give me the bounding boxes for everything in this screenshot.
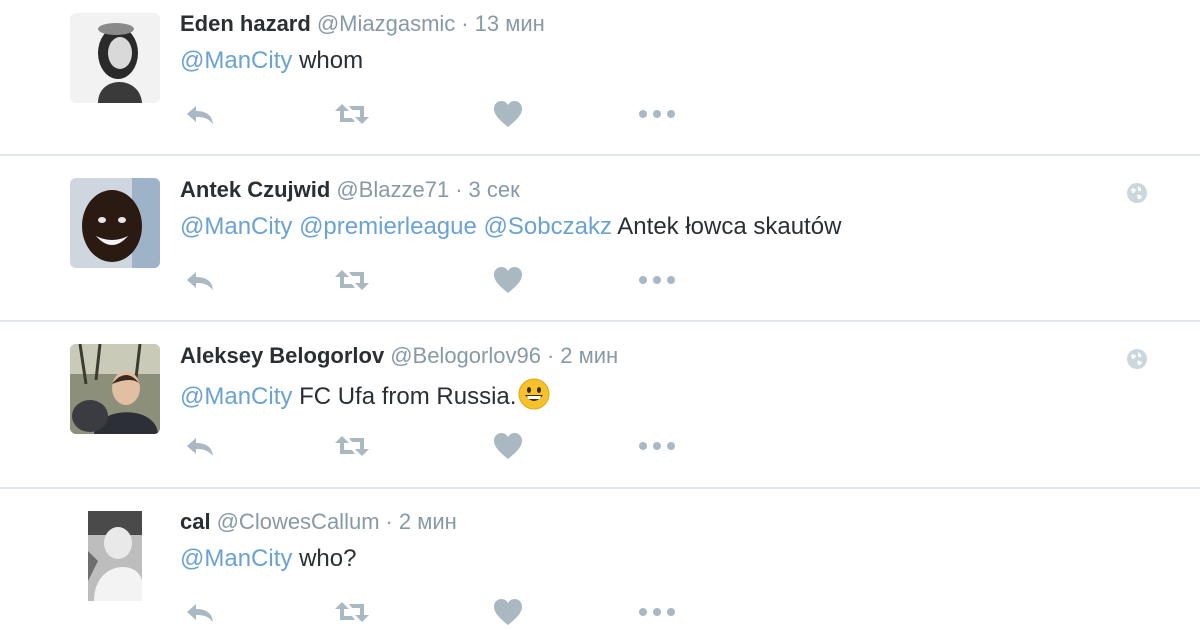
tweet-body: whom	[299, 47, 364, 74]
separator: ·	[461, 11, 469, 36]
tweet-text: @ManCity FC Ufa from Russia.	[180, 378, 550, 412]
retweet-button[interactable]	[330, 260, 374, 300]
retweet-button[interactable]	[330, 592, 374, 630]
tweet-body: Antek łowca skautów	[617, 213, 842, 240]
timestamp[interactable]: 2 мин	[560, 343, 618, 368]
like-button[interactable]	[488, 426, 528, 466]
reply-icon	[187, 272, 213, 290]
avatar[interactable]	[70, 178, 160, 268]
reply-icon	[187, 106, 213, 124]
retweet-icon	[335, 270, 369, 290]
globe-icon	[1127, 349, 1147, 369]
user-handle[interactable]: @Blazze71	[336, 177, 449, 202]
retweet-button[interactable]	[330, 94, 374, 134]
more-options-button[interactable]	[635, 94, 679, 134]
tweet-body: who?	[299, 545, 357, 572]
mention-link[interactable]: @ManCity	[180, 47, 292, 74]
timestamp[interactable]: 13 мин	[475, 11, 545, 36]
separator: ·	[455, 177, 463, 202]
more-options-button[interactable]	[635, 592, 679, 630]
mention-link[interactable]: @Sobczakz	[484, 213, 612, 240]
tweet-header: cal @ClowesCallum · 2 мин	[180, 508, 457, 536]
tweet-actions	[180, 426, 740, 466]
user-name[interactable]: Antek Czujwid	[180, 177, 330, 202]
like-icon	[494, 267, 522, 293]
user-name[interactable]: cal	[180, 509, 211, 534]
reply-button[interactable]	[180, 426, 220, 466]
tweet-divider	[0, 320, 1200, 322]
retweet-icon	[335, 104, 369, 124]
tweet-actions	[180, 592, 740, 630]
avatar[interactable]	[70, 13, 160, 103]
tweet-header: Eden hazard @Miazgasmic · 13 мин	[180, 10, 545, 38]
separator: ·	[546, 343, 555, 368]
tweet-actions	[180, 260, 740, 300]
like-icon	[494, 599, 522, 625]
timestamp[interactable]: 3 сек	[469, 177, 520, 202]
tweet-text: @ManCity @premierleague @Sobczakz Antek …	[180, 212, 841, 242]
retweet-button[interactable]	[330, 426, 374, 466]
mention-link[interactable]: @ManCity	[180, 545, 292, 572]
tweet-item[interactable]: Antek Czujwid @Blazze71 · 3 сек @ManCity @p…	[0, 176, 1200, 311]
more-icon	[639, 442, 675, 450]
avatar[interactable]	[70, 344, 160, 434]
timestamp[interactable]: 2 мин	[399, 509, 457, 534]
retweet-icon	[335, 602, 369, 622]
more-icon	[639, 608, 675, 616]
like-button[interactable]	[488, 94, 528, 134]
user-name[interactable]: Aleksey Belogorlov	[180, 343, 384, 368]
user-handle[interactable]: @Miazgasmic	[317, 11, 455, 36]
tweet-actions	[180, 94, 740, 134]
tweet-item[interactable]: cal @ClowesCallum · 2 мин @ManCity who?	[0, 508, 1200, 630]
tweet-text: @ManCity whom	[180, 46, 363, 76]
tweet-header: Antek Czujwid @Blazze71 · 3 сек	[180, 176, 520, 204]
reply-button[interactable]	[180, 592, 220, 630]
like-icon	[494, 101, 522, 127]
reply-button[interactable]	[180, 260, 220, 300]
separator: ·	[385, 509, 393, 534]
more-icon	[639, 276, 675, 284]
tweet-item[interactable]: Eden hazard @Miazgasmic · 13 мин @ManCity w…	[0, 10, 1200, 145]
mention-link[interactable]: @ManCity	[180, 383, 292, 410]
tweet-divider	[0, 487, 1200, 489]
reply-icon	[187, 438, 213, 456]
user-handle[interactable]: @Belogorlov96	[390, 343, 541, 368]
globe-icon	[1127, 183, 1147, 203]
user-handle[interactable]: @ClowesCallum	[217, 509, 380, 534]
more-options-button[interactable]	[635, 260, 679, 300]
retweet-icon	[335, 436, 369, 456]
like-button[interactable]	[488, 260, 528, 300]
tweet-body: FC Ufa from Russia.	[299, 383, 517, 410]
grinning-face-emoji	[518, 378, 550, 410]
tweet-item[interactable]: Aleksey Belogorlov @Belogorlov96 · 2 мин @M…	[0, 342, 1200, 477]
more-options-button[interactable]	[635, 426, 679, 466]
more-icon	[639, 110, 675, 118]
like-icon	[494, 433, 522, 459]
reply-button[interactable]	[180, 94, 220, 134]
avatar[interactable]	[88, 511, 142, 601]
like-button[interactable]	[488, 592, 528, 630]
mention-link[interactable]: @ManCity	[180, 213, 292, 240]
tweet-header: Aleksey Belogorlov @Belogorlov96 · 2 мин	[180, 342, 618, 370]
tweet-text: @ManCity who?	[180, 544, 356, 574]
mention-link[interactable]: @premierleague	[299, 213, 477, 240]
user-name[interactable]: Eden hazard	[180, 11, 311, 36]
tweet-divider	[0, 154, 1200, 156]
reply-icon	[187, 604, 213, 622]
tweet-feed: Eden hazard @Miazgasmic · 13 мин @ManCity w…	[0, 0, 1200, 630]
